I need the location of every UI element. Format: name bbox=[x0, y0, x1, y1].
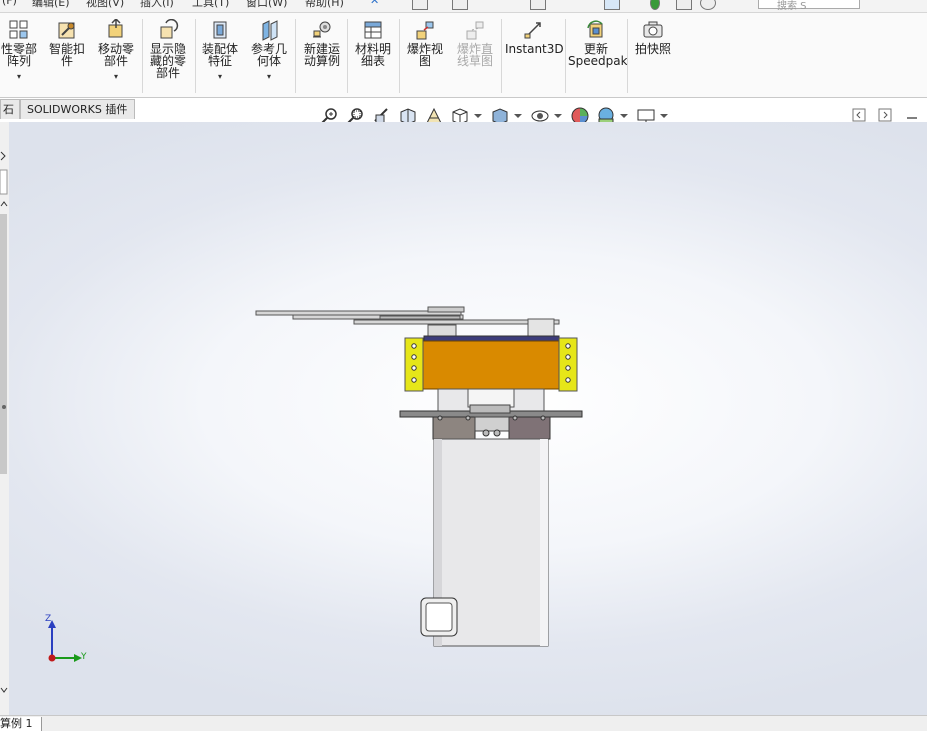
reference-triad bbox=[48, 620, 82, 662]
chevron-down-icon[interactable]: ▾ bbox=[0, 71, 40, 83]
menu-item-help[interactable]: 帮助(H) bbox=[305, 0, 344, 10]
graphics-area[interactable]: Z Y bbox=[9, 122, 927, 715]
tab-solidworks-addins[interactable]: SOLIDWORKS 插件 bbox=[20, 99, 135, 119]
triad-y-label: Y bbox=[81, 652, 87, 662]
show-hidden-components-button[interactable]: 显示隐 藏的零 部件 bbox=[147, 19, 189, 79]
move-component-button[interactable]: 移动零 部件 ▾ bbox=[95, 19, 137, 83]
linear-pattern-icon bbox=[9, 20, 28, 39]
new-document-icon[interactable] bbox=[412, 0, 428, 10]
instant3d-icon bbox=[524, 22, 541, 39]
ribbon-separator bbox=[399, 19, 400, 93]
menu-item-view[interactable]: 视图(V) bbox=[86, 0, 124, 10]
top-rails bbox=[255, 306, 560, 325]
assembly-features-button[interactable]: 装配体 特征 ▾ bbox=[199, 19, 241, 83]
smart-fasteners-button[interactable]: 智能扣 件 bbox=[46, 19, 88, 67]
explode-line-sketch-button[interactable]: 爆炸直 线草图 bbox=[453, 19, 497, 67]
show-hidden-components-icon bbox=[160, 19, 179, 39]
open-document-icon[interactable] bbox=[452, 0, 468, 10]
chevron-down-icon[interactable]: ▾ bbox=[248, 71, 290, 83]
menu-item-insert[interactable]: 插入(I) bbox=[140, 0, 174, 10]
command-manager-ribbon: 性零部 阵列 ▾ 智能扣 件 移动零 部件 ▾ 显示隐 藏的零 部件 装配体 特… bbox=[0, 13, 927, 98]
search-input[interactable]: 搜索 S bbox=[758, 0, 860, 12]
exploded-view-button[interactable]: 爆炸视 图 bbox=[404, 19, 446, 67]
ribbon-separator bbox=[501, 19, 502, 93]
select-icon[interactable] bbox=[604, 0, 620, 10]
smart-fasteners-icon bbox=[58, 22, 75, 39]
orange-housing bbox=[421, 340, 560, 390]
close-panel-icon bbox=[0, 151, 6, 161]
reference-geometry-icon bbox=[262, 20, 278, 41]
tab-motion-study[interactable]: 算例 1 bbox=[0, 717, 42, 731]
menu-bar: (F) 编辑(E) 视图(V) 插入(I) 工具(T) 窗口(W) 帮助(H) … bbox=[0, 0, 927, 13]
ribbon-separator bbox=[142, 19, 143, 93]
take-snapshot-icon bbox=[643, 21, 663, 38]
menu-item-tools[interactable]: 工具(T) bbox=[192, 0, 229, 10]
update-speedpak-icon bbox=[587, 20, 603, 38]
top-center-block bbox=[427, 324, 457, 338]
linear-component-pattern-button[interactable]: 性零部 阵列 ▾ bbox=[0, 19, 40, 83]
top-right-block bbox=[527, 318, 555, 338]
options-gear-icon[interactable] bbox=[700, 0, 716, 10]
reference-geometry-button[interactable]: 参考几 何体 ▾ bbox=[248, 19, 290, 83]
triad-z-label: Z bbox=[45, 614, 52, 624]
explode-line-sketch-icon bbox=[466, 21, 484, 40]
bill-of-materials-icon bbox=[364, 21, 382, 39]
update-speedpak-button[interactable]: 更新 Speedpak bbox=[568, 19, 628, 67]
file-properties-icon[interactable] bbox=[676, 0, 692, 10]
yellow-bracket-left bbox=[404, 337, 424, 392]
move-component-icon bbox=[108, 19, 123, 38]
assembly-features-icon bbox=[213, 21, 227, 39]
chevron-down-icon[interactable]: ▾ bbox=[95, 71, 137, 83]
chevron-down-icon[interactable]: ▾ bbox=[199, 71, 241, 83]
menu-item-window[interactable]: 窗口(W) bbox=[246, 0, 287, 10]
print-icon[interactable] bbox=[530, 0, 546, 10]
minimize-window-icon[interactable]: – bbox=[912, 0, 919, 7]
ribbon-separator bbox=[195, 19, 196, 93]
scroll-down-icon bbox=[0, 687, 8, 693]
assembly-model[interactable] bbox=[9, 122, 927, 715]
bottom-tab-bar: 算例 1 bbox=[0, 715, 927, 731]
ribbon-separator bbox=[347, 19, 348, 93]
instant3d-button[interactable]: Instant3D bbox=[505, 19, 564, 55]
splitter-handle-icon bbox=[2, 405, 6, 409]
minimize-viewport-icon[interactable] bbox=[905, 108, 919, 122]
ribbon-separator bbox=[565, 19, 566, 93]
menu-item-partial[interactable]: (F) bbox=[2, 0, 17, 7]
collapse-right-icon[interactable] bbox=[878, 108, 892, 122]
new-motion-study-button[interactable]: 新建运 动算例 bbox=[300, 19, 344, 67]
scroll-up-icon bbox=[0, 201, 8, 207]
ribbon-separator bbox=[295, 19, 296, 93]
take-snapshot-button[interactable]: 拍快照 bbox=[631, 19, 675, 55]
pin-icon[interactable]: ✕ bbox=[370, 0, 379, 7]
exploded-view-icon bbox=[416, 21, 434, 40]
tab-partial[interactable]: 石 bbox=[0, 99, 20, 119]
new-motion-study-icon bbox=[313, 21, 331, 38]
collapse-left-icon[interactable] bbox=[852, 108, 866, 122]
menu-item-edit[interactable]: 编辑(E) bbox=[32, 0, 70, 10]
bill-of-materials-button[interactable]: 材料明 细表 bbox=[352, 19, 394, 67]
ribbon-separator bbox=[627, 19, 628, 93]
rebuild-icon[interactable] bbox=[650, 0, 660, 10]
yellow-bracket-right bbox=[558, 337, 578, 392]
